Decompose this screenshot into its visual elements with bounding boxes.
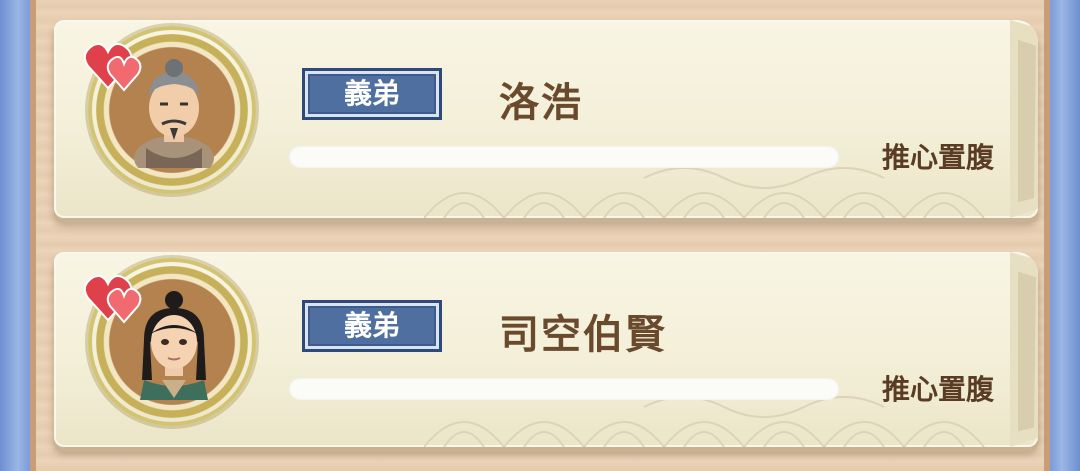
character-name: 洛浩	[499, 80, 583, 126]
avatar-frame[interactable]	[84, 26, 256, 204]
scroll-curl	[1010, 20, 1038, 218]
scroll-curl	[1010, 252, 1038, 447]
relation-badge: 義弟	[302, 68, 442, 120]
bond-level-label: 推心置腹	[881, 141, 994, 174]
heart-icon	[84, 275, 142, 324]
bond-level-label: 推心置腹	[881, 373, 994, 406]
relationship-card[interactable]: 義弟 洛浩 推心置腹	[54, 20, 1038, 218]
relationship-card[interactable]: 義弟 司空伯賢 推心置腹	[54, 252, 1038, 447]
affinity-progress-bar	[289, 378, 839, 400]
left-border-pattern	[0, 0, 30, 471]
right-border-pattern	[1050, 0, 1080, 471]
character-name: 司空伯賢	[499, 312, 667, 358]
avatar-frame[interactable]	[84, 258, 256, 436]
relationship-list-panel: 義弟 洛浩 推心置腹 義弟 司空伯賢 推心置腹	[30, 0, 1050, 471]
affinity-progress-bar	[289, 146, 839, 168]
heart-icon	[84, 43, 142, 92]
relation-badge: 義弟	[302, 300, 442, 352]
